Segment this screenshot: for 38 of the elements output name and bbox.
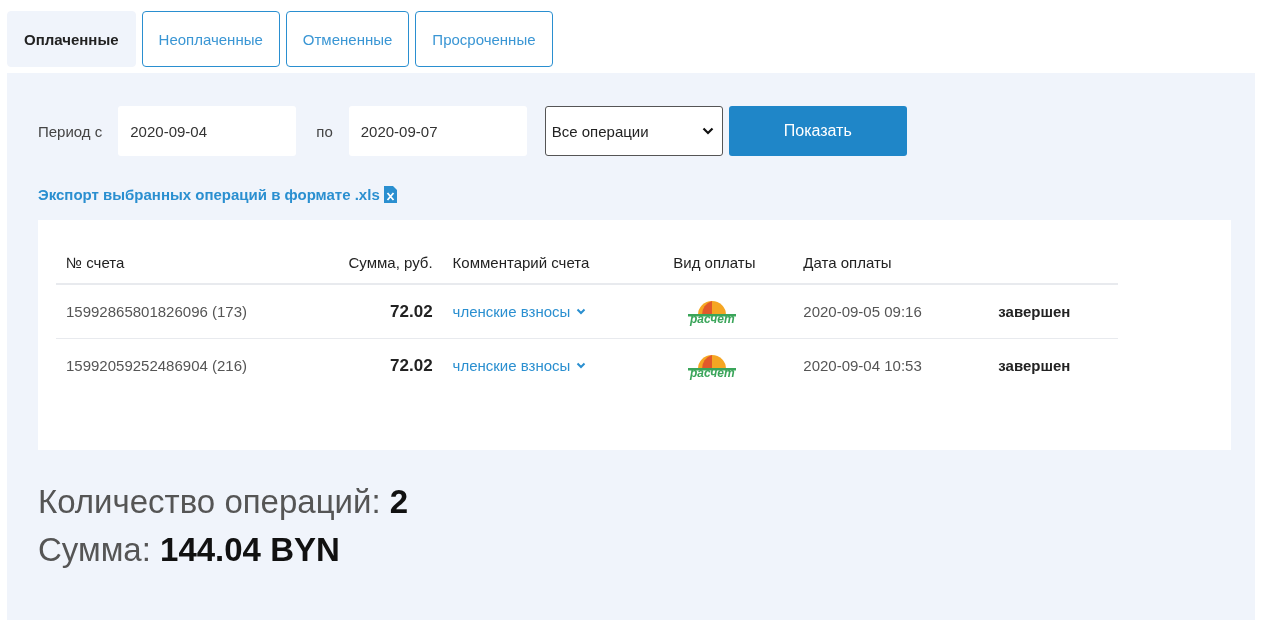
date-from-field[interactable]: 2020-09-04 (118, 106, 297, 156)
logo-text: расчет (690, 366, 735, 379)
table-cell: 2020-09-05 09:16 (803, 303, 922, 320)
table-cell: 2020-09-04 10:53 (803, 357, 922, 374)
period-to-label: по (316, 122, 333, 140)
tab[interactable]: Оплаченные (7, 11, 136, 67)
column-header: Сумма, руб. (348, 254, 433, 271)
export-link[interactable]: Экспорт выбранных операций в формате .xls (38, 185, 380, 203)
sun-logo-icon (688, 298, 737, 317)
sum-label: Сумма: (38, 531, 151, 568)
column-header: № счета (66, 254, 125, 271)
table-cell: 15992865801826096 (173) (66, 303, 247, 320)
table-cell: 72.02 (390, 355, 433, 375)
chevron-down-icon (701, 127, 714, 135)
date-to-field[interactable]: 2020-09-07 (348, 106, 527, 156)
period-from-label: Период с (38, 122, 103, 140)
chevron-down-icon (576, 308, 587, 315)
table-cell: 72.02 (390, 301, 433, 321)
sun-logo-icon (688, 352, 737, 371)
comment-link[interactable]: членские взносы (452, 303, 587, 320)
tab[interactable]: Просроченные (415, 11, 553, 67)
logo-text: расчет (690, 312, 735, 325)
comment-link[interactable]: членские взносы (452, 357, 587, 374)
column-header: Комментарий счета (452, 254, 590, 271)
column-header: Дата оплаты (803, 254, 892, 271)
excel-file-icon (383, 185, 397, 203)
chevron-down-icon (576, 362, 587, 369)
show-button[interactable]: Показать (728, 106, 907, 156)
status-text: завершен (998, 303, 1071, 320)
sum-value: 144.04 BYN (160, 531, 340, 568)
status-text: завершен (998, 357, 1071, 374)
table-cell: 15992059252486904 (216) (66, 357, 247, 374)
operation-dropdown[interactable]: Все операции (544, 106, 723, 156)
count-label: Количество операций: (38, 483, 381, 520)
tab[interactable]: Неоплаченные (141, 11, 280, 67)
count-value: 2 (389, 483, 409, 520)
column-header: Вид оплаты (673, 254, 756, 271)
tab[interactable]: Отмененные (285, 11, 410, 67)
